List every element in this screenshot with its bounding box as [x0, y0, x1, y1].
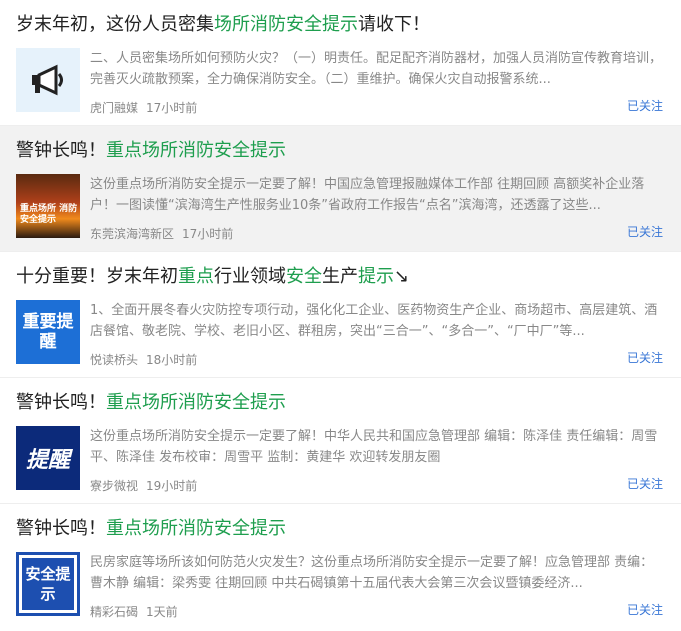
item-time: 19小时前	[146, 479, 198, 493]
item-title[interactable]: 警钟长鸣！重点场所消防安全提示	[16, 138, 665, 164]
item-title[interactable]: 岁末年初，这份人员密集场所消防安全提示请收下！	[16, 12, 665, 38]
item-thumbnail[interactable]: 安全提示	[16, 552, 80, 616]
thumbnail-text: 安全提示	[22, 558, 74, 610]
item-thumbnail[interactable]: 重要提醒	[16, 300, 80, 364]
item-time: 1天前	[146, 605, 178, 619]
follow-status[interactable]: 已关注	[627, 475, 663, 492]
item-title[interactable]: 警钟长鸣！重点场所消防安全提示	[16, 390, 665, 416]
item-thumbnail[interactable]: 提醒	[16, 426, 80, 490]
feed-item[interactable]: 警钟长鸣！重点场所消防安全提示 重点场所 消防安全提示 这份重点场所消防安全提示…	[0, 126, 681, 252]
follow-status[interactable]: 已关注	[627, 601, 663, 618]
title-segment-highlight: 重点场所消防安全提示	[106, 140, 286, 161]
title-segment-highlight: 安全	[286, 266, 322, 287]
thumbnail-text: 重要提醒	[22, 312, 74, 352]
title-segment-highlight: 重点场所消防安全提示	[106, 518, 286, 539]
item-title[interactable]: 十分重要！岁末年初重点行业领域安全生产提示↘	[16, 264, 665, 290]
title-segment: ↘	[394, 266, 410, 287]
item-time: 17小时前	[146, 101, 198, 115]
title-segment: 生产	[322, 266, 358, 287]
title-segment: 警钟长鸣！	[16, 392, 106, 413]
title-segment: 请收下！	[358, 14, 430, 35]
title-segment-highlight: 提示	[358, 266, 394, 287]
title-segment: 十分重要！岁末年初	[16, 266, 178, 287]
item-source[interactable]: 寮步微视	[90, 479, 138, 493]
follow-status[interactable]: 已关注	[627, 97, 663, 114]
item-snippet: 这份重点场所消防安全提示一定要了解！中华人民共和国应急管理部 编辑：陈泽佳 责任…	[90, 429, 658, 465]
feed-item[interactable]: 岁末年初，这份人员密集场所消防安全提示请收下！ 二、人员密集场所如何预防火灾？（…	[0, 0, 681, 126]
feed-item[interactable]: 警钟长鸣！重点场所消防安全提示 提醒 这份重点场所消防安全提示一定要了解！中华人…	[0, 378, 681, 504]
feed-item[interactable]: 十分重要！岁末年初重点行业领域安全生产提示↘ 重要提醒 1、全面开展冬春火灾防控…	[0, 252, 681, 378]
thumbnail-text: 提醒	[25, 448, 70, 473]
title-segment-highlight: 重点	[178, 266, 214, 287]
item-source[interactable]: 东莞滨海湾新区	[90, 227, 174, 241]
item-source[interactable]: 悦读桥头	[90, 353, 138, 367]
title-segment: 岁末年初，这份人员密集	[16, 14, 214, 35]
item-snippet: 二、人员密集场所如何预防火灾？（一）明责任。配足配齐消防器材，加强人员消防宣传教…	[90, 51, 663, 87]
item-snippet: 这份重点场所消防安全提示一定要了解！中国应急管理报融媒体工作部 往期回顾 高额奖…	[90, 177, 645, 213]
item-time: 17小时前	[182, 227, 234, 241]
thumbnail-caption: 重点场所 消防安全提示	[20, 204, 78, 225]
item-time: 18小时前	[146, 353, 198, 367]
feed-item[interactable]: 警钟长鸣！重点场所消防安全提示 安全提示 民房家庭等场所该如何防范火灾发生？这份…	[0, 504, 681, 630]
title-segment: 行业领域	[214, 266, 286, 287]
item-source[interactable]: 虎门融媒	[90, 101, 138, 115]
item-snippet: 1、全面开展冬春火灾防控专项行动，强化化工企业、医药物资生产企业、商场超市、高层…	[90, 303, 658, 339]
follow-status[interactable]: 已关注	[627, 223, 663, 240]
item-source[interactable]: 精彩石碣	[90, 605, 138, 619]
news-feed: 岁末年初，这份人员密集场所消防安全提示请收下！ 二、人员密集场所如何预防火灾？（…	[0, 0, 681, 630]
title-segment: 警钟长鸣！	[16, 140, 106, 161]
title-segment-highlight: 场所消防安全提示	[214, 14, 358, 35]
item-title[interactable]: 警钟长鸣！重点场所消防安全提示	[16, 516, 665, 542]
megaphone-icon	[32, 64, 63, 96]
item-thumbnail[interactable]: 重点场所 消防安全提示	[16, 174, 80, 238]
item-thumbnail[interactable]	[16, 48, 80, 112]
title-segment-highlight: 重点场所消防安全提示	[106, 392, 286, 413]
follow-status[interactable]: 已关注	[627, 349, 663, 366]
item-snippet: 民房家庭等场所该如何防范火灾发生？这份重点场所消防安全提示一定要了解！应急管理部…	[90, 555, 654, 591]
title-segment: 警钟长鸣！	[16, 518, 106, 539]
